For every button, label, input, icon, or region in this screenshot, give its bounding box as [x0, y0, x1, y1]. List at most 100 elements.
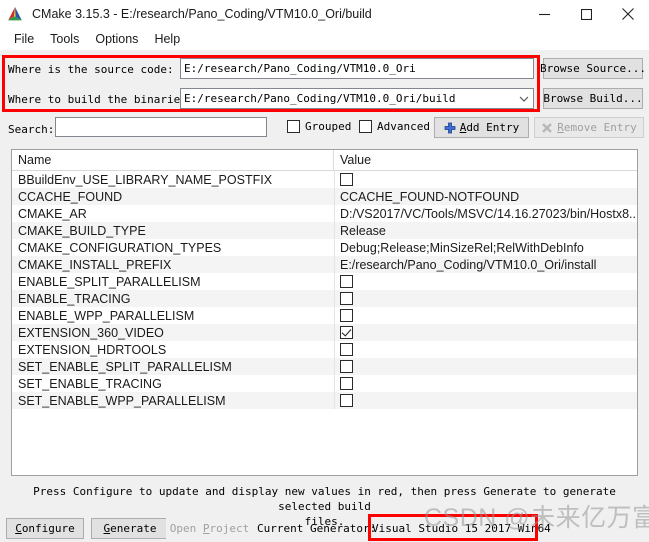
- search-input[interactable]: [55, 117, 267, 137]
- add-entry-label: Add Entry: [459, 121, 520, 134]
- cell-entry-value[interactable]: D:/VS2017/VC/Tools/MSVC/14.16.27023/bin/…: [334, 207, 637, 221]
- add-entry-button[interactable]: Add Entry: [434, 117, 529, 138]
- table-header: Name Value: [12, 150, 637, 171]
- entry-value-checkbox[interactable]: [340, 173, 353, 186]
- cell-entry-value[interactable]: [334, 394, 637, 407]
- column-header-value[interactable]: Value: [334, 150, 637, 170]
- cell-entry-value[interactable]: [334, 275, 637, 288]
- entry-value-checkbox[interactable]: [340, 343, 353, 356]
- table-row[interactable]: SET_ENABLE_TRACING: [12, 375, 637, 392]
- grouped-checkbox[interactable]: [287, 120, 300, 133]
- menu-bar: File Tools Options Help: [0, 28, 649, 50]
- chevron-down-icon[interactable]: [519, 94, 529, 104]
- entry-value-checkbox[interactable]: [340, 394, 353, 407]
- build-path-row: Where to build the binaries:: [8, 88, 193, 110]
- cell-entry-value[interactable]: [334, 173, 637, 186]
- entry-value-checkbox[interactable]: [340, 326, 353, 339]
- cell-entry-value[interactable]: [334, 326, 637, 339]
- table-row[interactable]: CCACHE_FOUND CCACHE_FOUND-NOTFOUND: [12, 188, 637, 205]
- column-divider: [334, 188, 335, 205]
- cell-entry-value[interactable]: [334, 343, 637, 356]
- source-path-label: Where is the source code:: [8, 62, 174, 76]
- table-row[interactable]: CMAKE_CONFIGURATION_TYPES Debug;Release;M…: [12, 239, 637, 256]
- remove-x-icon: [541, 122, 553, 134]
- browse-build-label: Browse Build...: [543, 92, 643, 105]
- current-generator-label: Current Generator:: [257, 522, 377, 535]
- minimize-icon[interactable]: [523, 0, 565, 28]
- cell-entry-name: CMAKE_AR: [18, 206, 87, 221]
- window-title: CMake 3.15.3 - E:/research/Pano_Coding/V…: [32, 7, 372, 21]
- remove-entry-button[interactable]: Remove Entry: [534, 117, 644, 138]
- browse-source-button[interactable]: Browse Source...: [540, 58, 646, 79]
- configure-button[interactable]: Configure: [6, 518, 84, 539]
- cell-entry-value[interactable]: Release: [334, 224, 637, 238]
- entry-value-checkbox[interactable]: [340, 309, 353, 322]
- build-path-value: E:/research/Pano_Coding/VTM10.0_Ori/buil…: [184, 92, 456, 105]
- menu-item-file[interactable]: File: [6, 30, 42, 48]
- column-divider: [334, 324, 335, 341]
- table-row[interactable]: EXTENSION_360_VIDEO: [12, 324, 637, 341]
- cell-entry-name: ENABLE_WPP_PARALLELISM: [18, 308, 195, 323]
- table-row[interactable]: CMAKE_INSTALL_PREFIX E:/research/Pano_Cod…: [12, 256, 637, 273]
- table-row[interactable]: SET_ENABLE_SPLIT_PARALLELISM: [12, 358, 637, 375]
- table-row[interactable]: ENABLE_WPP_PARALLELISM: [12, 307, 637, 324]
- cell-entry-name: EXTENSION_HDRTOOLS: [18, 342, 167, 357]
- column-divider: [334, 392, 335, 409]
- source-path-row: Where is the source code:: [8, 58, 174, 80]
- table-row[interactable]: CMAKE_BUILD_TYPE Release: [12, 222, 637, 239]
- build-path-combobox[interactable]: E:/research/Pano_Coding/VTM10.0_Ori/buil…: [180, 88, 534, 109]
- open-project-button[interactable]: Open Project: [166, 518, 253, 539]
- menu-item-help[interactable]: Help: [146, 30, 188, 48]
- column-divider: [334, 290, 335, 307]
- entry-value-checkbox[interactable]: [340, 360, 353, 373]
- column-divider: [334, 171, 335, 188]
- cell-entry-name: BBuildEnv_USE_LIBRARY_NAME_POSTFIX: [18, 172, 273, 187]
- close-icon[interactable]: [607, 0, 649, 28]
- cell-entry-value[interactable]: [334, 292, 637, 305]
- cell-entry-value[interactable]: Debug;Release;MinSizeRel;RelWithDebInfo: [334, 241, 637, 255]
- table-row[interactable]: ENABLE_TRACING: [12, 290, 637, 307]
- entry-value-checkbox[interactable]: [340, 377, 353, 390]
- cell-entry-value[interactable]: CCACHE_FOUND-NOTFOUND: [334, 190, 637, 204]
- plus-icon: [444, 122, 456, 134]
- cell-entry-name: SET_ENABLE_SPLIT_PARALLELISM: [18, 359, 232, 374]
- column-divider: [334, 256, 335, 273]
- current-generator-row: Current Generator:: [257, 518, 376, 539]
- cell-entry-value[interactable]: [334, 377, 637, 390]
- advanced-checkbox-group[interactable]: Advanced: [359, 120, 430, 133]
- cell-entry-value[interactable]: [334, 360, 637, 373]
- cell-entry-name: CMAKE_BUILD_TYPE: [18, 223, 146, 238]
- entry-value-checkbox[interactable]: [340, 275, 353, 288]
- grouped-checkbox-group[interactable]: Grouped: [287, 120, 351, 133]
- cell-entry-value[interactable]: [334, 309, 637, 322]
- generate-label: Generate: [103, 522, 157, 535]
- cell-entry-name: ENABLE_SPLIT_PARALLELISM: [18, 274, 201, 289]
- maximize-icon[interactable]: [565, 0, 607, 28]
- menu-item-tools[interactable]: Tools: [42, 30, 87, 48]
- cmake-gui-window: CMake 3.15.3 - E:/research/Pano_Coding/V…: [0, 0, 649, 542]
- table-row[interactable]: EXTENSION_HDRTOOLS: [12, 341, 637, 358]
- entry-value-checkbox[interactable]: [340, 292, 353, 305]
- source-path-value: E:/research/Pano_Coding/VTM10.0_Ori: [184, 62, 416, 75]
- table-body: BBuildEnv_USE_LIBRARY_NAME_POSTFIX CCACHE…: [12, 171, 637, 409]
- column-header-name[interactable]: Name: [12, 150, 334, 170]
- table-row[interactable]: CMAKE_AR D:/VS2017/VC/Tools/MSVC/14.16.27…: [12, 205, 637, 222]
- generate-button[interactable]: Generate: [91, 518, 169, 539]
- browse-build-button[interactable]: Browse Build...: [543, 88, 643, 109]
- table-row[interactable]: BBuildEnv_USE_LIBRARY_NAME_POSTFIX: [12, 171, 637, 188]
- column-divider: [334, 239, 335, 256]
- menu-item-options[interactable]: Options: [87, 30, 146, 48]
- cell-entry-name: SET_ENABLE_WPP_PARALLELISM: [18, 393, 226, 408]
- cell-entry-value[interactable]: E:/research/Pano_Coding/VTM10.0_Ori/inst…: [334, 258, 637, 272]
- table-row[interactable]: ENABLE_SPLIT_PARALLELISM: [12, 273, 637, 290]
- source-path-input[interactable]: E:/research/Pano_Coding/VTM10.0_Ori: [180, 58, 534, 79]
- title-bar: CMake 3.15.3 - E:/research/Pano_Coding/V…: [0, 0, 649, 28]
- column-divider: [334, 222, 335, 239]
- column-divider: [334, 307, 335, 324]
- table-row[interactable]: SET_ENABLE_WPP_PARALLELISM: [12, 392, 637, 409]
- column-divider: [334, 341, 335, 358]
- column-divider: [334, 205, 335, 222]
- advanced-label: Advanced: [377, 120, 430, 133]
- advanced-checkbox[interactable]: [359, 120, 372, 133]
- cache-entries-table[interactable]: Name Value BBuildEnv_USE_LIBRARY_NAME_PO…: [11, 149, 638, 476]
